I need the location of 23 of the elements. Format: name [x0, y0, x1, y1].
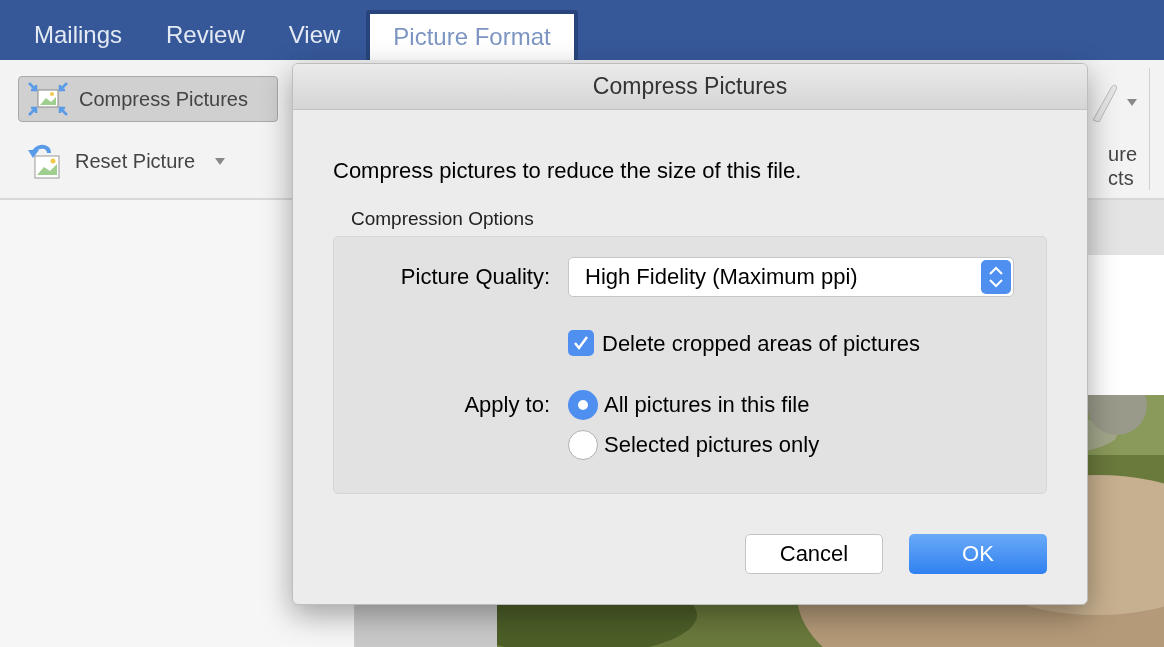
ribbon-tab[interactable]: View — [270, 10, 359, 60]
dialog-title: Compress Pictures — [592, 72, 788, 102]
stepper-icon — [981, 259, 1011, 294]
caret-icon — [1127, 98, 1137, 106]
ribbon-tab[interactable]: Mailings — [16, 10, 141, 60]
checkmark-icon — [572, 334, 590, 352]
ribbon-tab[interactable]: Review — [148, 10, 263, 60]
field-label: Picture Quality: — [399, 262, 550, 291]
caret-icon — [215, 157, 226, 165]
pen-icon — [1089, 82, 1119, 122]
ribbon-button[interactable]: Reset Picture — [18, 138, 278, 184]
field-label: Apply to: — [463, 390, 550, 419]
ribbon-button[interactable]: Compress Pictures — [18, 76, 278, 122]
ribbon-label: cts — [1108, 166, 1134, 190]
compress-picture-icon — [27, 81, 69, 117]
checkbox[interactable]: Delete cropped areas of pictures — [568, 326, 1014, 360]
dialog-button[interactable]: Cancel — [745, 533, 883, 574]
radio-option[interactable]: Selected pictures only — [568, 429, 1014, 460]
ribbon-label: ure — [1108, 142, 1137, 166]
quality-select[interactable]: High Fidelity (Maximum ppi) — [568, 256, 1014, 297]
radio-option[interactable]: All pictures in this file — [568, 389, 1014, 420]
group-label: Compression Options — [351, 207, 535, 231]
dialog-message: Compress pictures to reduce the size of this file. — [333, 157, 803, 185]
